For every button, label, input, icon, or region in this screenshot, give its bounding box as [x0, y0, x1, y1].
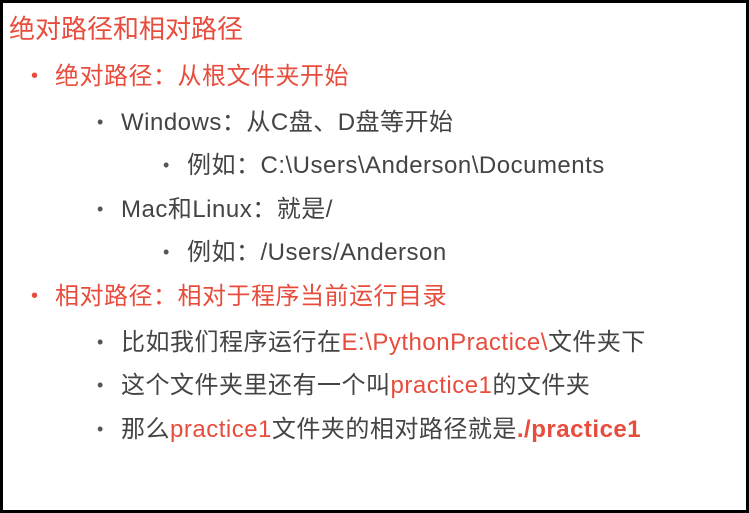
list-row: • 相对路径：相对于程序当前运行目录: [31, 280, 736, 314]
list-row: • Mac和Linux：就是/: [97, 193, 736, 227]
text-fragment: 那么: [121, 416, 170, 443]
text-fragment: 文件夹下: [548, 329, 646, 356]
bullet-icon: •: [97, 333, 115, 351]
list-row: • 这个文件夹里还有一个叫practice1的文件夹: [97, 369, 736, 403]
list-text: 例如：C:\Users\Anderson\Documents: [187, 149, 605, 183]
list-row: • 例如：/Users/Anderson: [163, 236, 736, 270]
list-text: 例如：/Users/Anderson: [187, 236, 447, 270]
bullet-icon: •: [97, 376, 115, 394]
text-fragment: 比如我们程序运行在: [121, 329, 342, 356]
slide-content: 绝对路径和相对路径 • 绝对路径：从根文件夹开始 • Windows：从C盘、D盘等开…: [0, 0, 749, 513]
text-fragment: 的文件夹: [492, 372, 590, 399]
list-text: 相对路径：相对于程序当前运行目录: [55, 280, 447, 314]
text-fragment: 文件夹的相对路径就是: [272, 416, 517, 443]
list-row: • 那么practice1文件夹的相对路径就是./practice1: [97, 413, 736, 447]
bullet-icon: •: [31, 66, 49, 86]
list-text: 比如我们程序运行在E:\PythonPractice\文件夹下: [121, 326, 646, 360]
bullet-list: • 例如：/Users/Anderson: [163, 236, 736, 270]
text-fragment: 这个文件夹里还有一个叫: [121, 372, 391, 399]
list-item: • 例如：/Users/Anderson: [163, 236, 736, 270]
text-fragment: ./practice1: [517, 416, 641, 443]
list-item: • Windows：从C盘、D盘等开始 • 例如：C:\Users\Anderson\…: [97, 106, 736, 183]
list-text: 绝对路径：从根文件夹开始: [55, 60, 349, 94]
list-text: 这个文件夹里还有一个叫practice1的文件夹: [121, 369, 590, 403]
bullet-icon: •: [97, 420, 115, 438]
list-row: • Windows：从C盘、D盘等开始: [97, 106, 736, 140]
list-item: • 相对路径：相对于程序当前运行目录 • 比如我们程序运行在E:\PythonPrac…: [31, 280, 736, 446]
bullet-list: • Windows：从C盘、D盘等开始 • 例如：C:\Users\Anderson\…: [97, 106, 736, 270]
text-fragment: practice1: [391, 372, 493, 399]
text-fragment: E:\PythonPractice\: [342, 329, 548, 356]
list-row: • 绝对路径：从根文件夹开始: [31, 60, 736, 94]
list-item: • 这个文件夹里还有一个叫practice1的文件夹: [97, 369, 736, 403]
list-text: Mac和Linux：就是/: [121, 193, 333, 227]
bullet-list: • 例如：C:\Users\Anderson\Documents: [163, 149, 736, 183]
bullet-icon: •: [97, 200, 115, 218]
list-item: • Mac和Linux：就是/ • 例如：/Users/Anderson: [97, 193, 736, 270]
list-item: • 例如：C:\Users\Anderson\Documents: [163, 149, 736, 183]
list-item: • 绝对路径：从根文件夹开始 • Windows：从C盘、D盘等开始 • 例如：C:\Us…: [31, 60, 736, 270]
list-text: Windows：从C盘、D盘等开始: [121, 106, 454, 140]
bullet-icon: •: [97, 113, 115, 131]
list-text: 那么practice1文件夹的相对路径就是./practice1: [121, 413, 641, 447]
text-fragment: 相对路径：相对于程序当前运行目录: [55, 283, 447, 310]
list-item: • 那么practice1文件夹的相对路径就是./practice1: [97, 413, 736, 447]
list-item: • 比如我们程序运行在E:\PythonPractice\文件夹下: [97, 326, 736, 360]
bullet-list: • 比如我们程序运行在E:\PythonPractice\文件夹下 • 这个文件夹里还…: [97, 326, 736, 447]
list-row: • 例如：C:\Users\Anderson\Documents: [163, 149, 736, 183]
bullet-icon: •: [31, 286, 49, 306]
slide-title: 绝对路径和相对路径: [9, 9, 736, 46]
bullet-list: • 绝对路径：从根文件夹开始 • Windows：从C盘、D盘等开始 • 例如：C:\Us…: [31, 60, 736, 446]
bullet-icon: •: [163, 156, 181, 174]
text-fragment: practice1: [170, 416, 272, 443]
bullet-icon: •: [163, 243, 181, 261]
list-row: • 比如我们程序运行在E:\PythonPractice\文件夹下: [97, 326, 736, 360]
